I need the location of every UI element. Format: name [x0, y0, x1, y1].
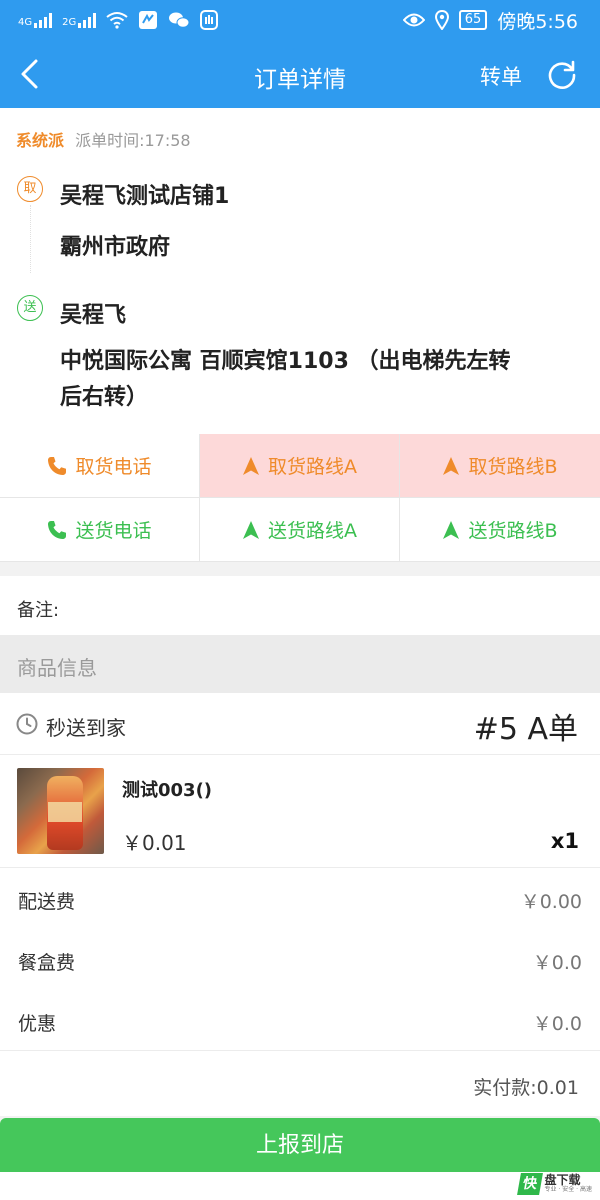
signal-4g-icon: 4G	[18, 12, 53, 28]
total-row: 实付款:0.01	[0, 1051, 600, 1116]
delivery-tag: 送	[17, 295, 43, 321]
fee-label: 餐盒费	[18, 952, 76, 974]
pickup-route-b-button[interactable]: 取货路线B	[400, 434, 600, 498]
fee-value: ￥0.0	[532, 952, 582, 974]
total-paid: 实付款:0.01	[473, 1077, 579, 1099]
clock-icon	[16, 713, 38, 735]
hand-icon	[200, 10, 219, 30]
fee-value: ￥0.0	[532, 1013, 582, 1035]
phone-icon	[48, 520, 67, 539]
bottom-strip	[0, 1172, 600, 1200]
eye-icon	[402, 13, 425, 27]
receiver-name: 吴程飞	[60, 303, 127, 328]
navigation-arrow-icon	[243, 520, 259, 539]
watermark-title: 盘下载	[544, 1173, 581, 1187]
status-bar: 4G 2G 65 傍晚5:56	[0, 0, 600, 40]
pickup-address: 霸州市政府	[60, 235, 171, 260]
pickup-store-name: 吴程飞测试店铺1	[60, 184, 230, 209]
pickup-route-a-button[interactable]: 取货路线A	[200, 434, 400, 498]
route-connector	[30, 205, 31, 273]
app-badge-icon	[139, 11, 158, 29]
navigation-arrow-icon	[443, 520, 460, 539]
location-icon	[434, 10, 449, 30]
watermark-subtitle: 专业 · 安全 · 高速	[544, 1186, 592, 1193]
action-grid: 取货电话 取货路线A 取货路线B 送货电话 送货路线A 送货路线B	[0, 434, 600, 562]
wechat-icon	[169, 12, 190, 28]
fee-row-discount: 优惠 ￥0.0	[0, 990, 600, 1051]
product-price: ￥0.01	[122, 831, 187, 855]
product-image	[17, 768, 104, 854]
delivery-route-b-label: 送货路线B	[468, 520, 558, 542]
delivery-route-b-button[interactable]: 送货路线B	[400, 498, 600, 562]
refresh-icon[interactable]	[546, 58, 578, 90]
fee-row-delivery: 配送费 ￥0.00	[0, 868, 600, 929]
order-number: #5 A单	[473, 712, 578, 747]
report-arrival-button[interactable]: 上报到店	[0, 1118, 600, 1172]
navigation-arrow-icon	[443, 456, 460, 475]
delivery-route-a-label: 送货路线A	[268, 520, 357, 542]
clock-time: 傍晚5:56	[497, 10, 578, 33]
navigation-arrow-icon	[243, 456, 259, 475]
dispatch-info: 系统派 派单时间:17:58	[16, 127, 191, 151]
order-detail-page: 4G 2G 65 傍晚5:56 订单详情 转单 系统派 派单时间:17:58 取…	[0, 0, 600, 1200]
product-item: 测试003() ￥0.01 x1	[0, 755, 600, 868]
section-divider	[0, 562, 600, 576]
delivery-phone-button[interactable]: 送货电话	[0, 498, 200, 562]
status-left: 4G 2G	[18, 8, 219, 32]
wifi-icon	[106, 12, 128, 29]
delivery-phone-label: 送货电话	[75, 520, 152, 542]
signal-2g-label: 2G	[62, 17, 77, 28]
receiver-address: 中悦国际公寓 百顺宾馆1103 （出电梯先左转后右转）	[60, 349, 511, 410]
fee-label: 配送费	[18, 891, 76, 913]
delivery-route-a-button[interactable]: 送货路线A	[200, 498, 400, 562]
fee-label: 优惠	[18, 1013, 57, 1035]
delivery-type-row: 秒送到家 #5 A单	[0, 693, 600, 755]
goods-section-title: 商品信息	[17, 656, 97, 680]
product-name: 测试003()	[122, 780, 213, 801]
battery-icon: 65	[458, 10, 488, 30]
fee-value: ￥0.00	[520, 891, 582, 913]
signal-4g-label: 4G	[18, 17, 33, 28]
order-info-card: 系统派 派单时间:17:58 取 吴程飞测试店铺1 霸州市政府 送 吴程飞 中悦…	[0, 108, 600, 434]
dispatch-time: 派单时间:17:58	[75, 131, 191, 150]
watermark-mark: 快	[516, 1173, 543, 1195]
fee-row-packaging: 餐盒费 ￥0.0	[0, 929, 600, 990]
dispatch-source: 系统派	[16, 131, 65, 150]
signal-2g-icon: 2G	[62, 12, 97, 28]
fee-list: 配送费 ￥0.00 餐盒费 ￥0.0 优惠 ￥0.0	[0, 868, 600, 1051]
product-quantity: x1	[550, 829, 579, 853]
delivery-type: 秒送到家	[46, 716, 126, 740]
remark-label: 备注:	[17, 600, 60, 621]
pickup-tag: 取	[17, 176, 43, 202]
remark-row: 备注:	[0, 576, 600, 635]
watermark-logo: 快 盘下载 专业 · 安全 · 高速	[516, 1170, 592, 1198]
app-header: 订单详情 转单	[0, 40, 600, 108]
status-right: 65 傍晚5:56	[402, 6, 578, 34]
transfer-order-button[interactable]: 转单	[480, 61, 522, 91]
pickup-phone-label: 取货电话	[75, 456, 152, 478]
goods-section-header: 商品信息	[0, 635, 600, 693]
pickup-route-b-label: 取货路线B	[468, 456, 558, 478]
pickup-route-a-label: 取货路线A	[268, 456, 357, 478]
phone-icon	[48, 456, 67, 475]
pickup-phone-button[interactable]: 取货电话	[0, 434, 200, 498]
